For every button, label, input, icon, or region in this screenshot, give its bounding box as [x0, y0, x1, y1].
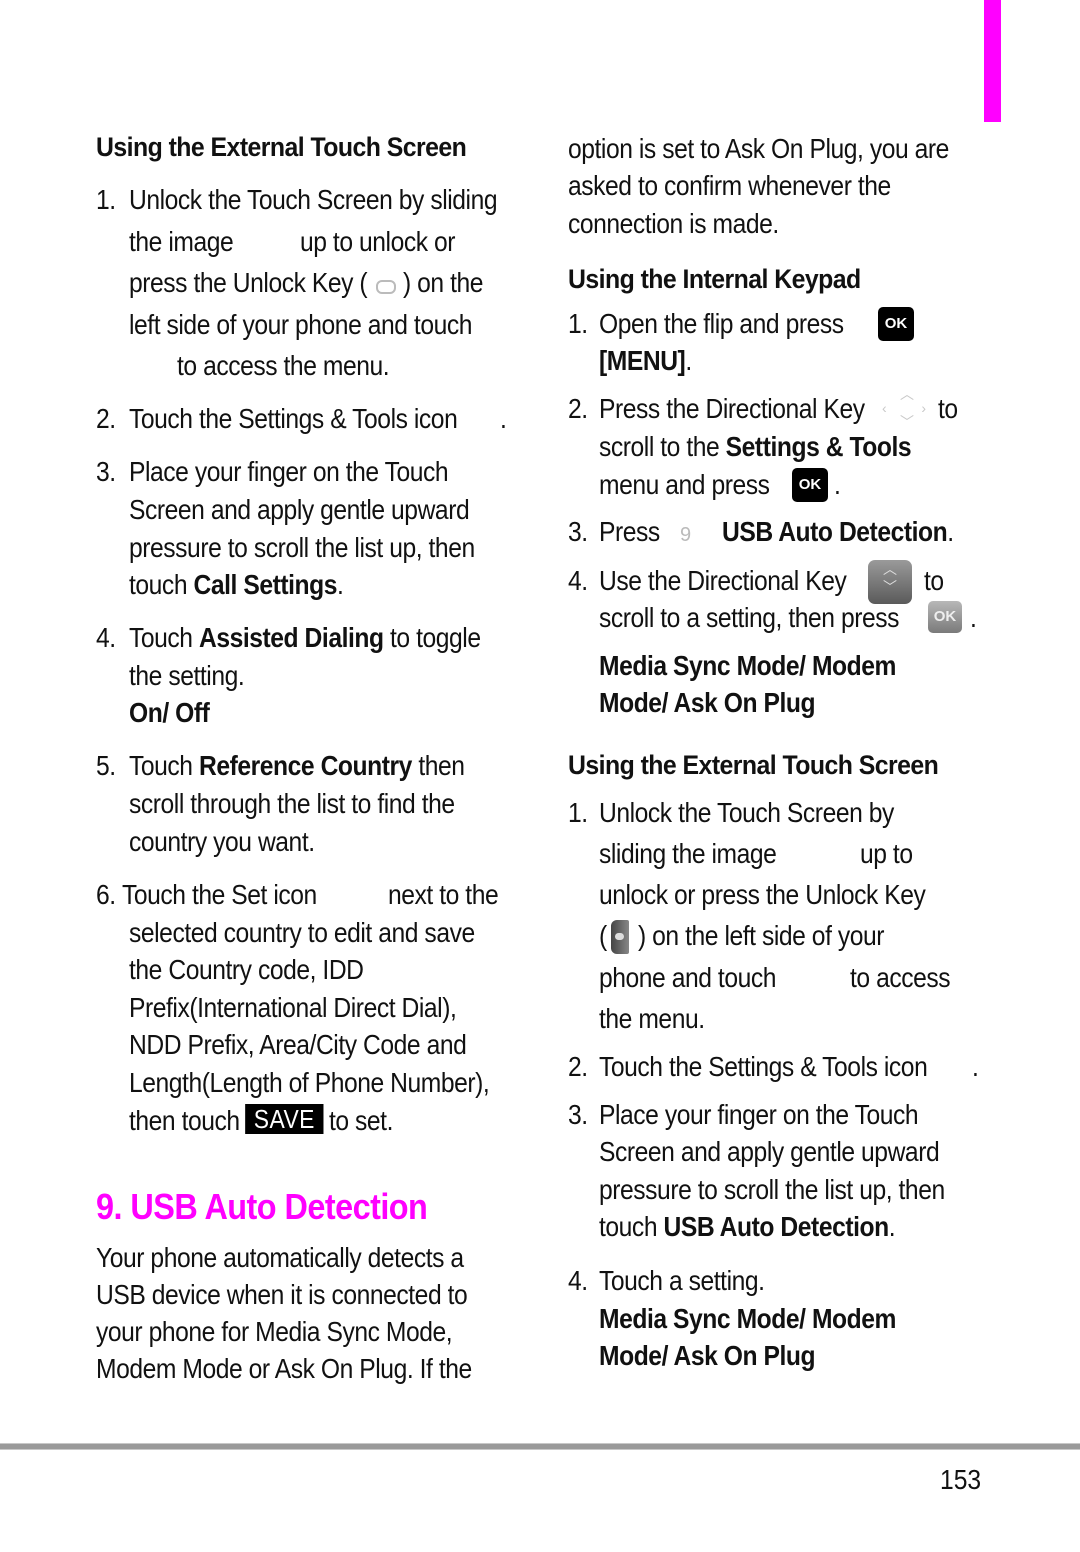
step-number: 4.	[96, 622, 116, 653]
step-text: unlock or press the Unlock Key	[599, 879, 926, 910]
option-values: Mode/ Ask On Plug	[599, 1340, 816, 1371]
step-text: .	[972, 1051, 979, 1082]
step-text: left side of your phone and touch	[129, 309, 473, 340]
step-text: Unlock the Touch Screen by sliding	[129, 184, 498, 215]
option-values: On/ Off	[129, 697, 210, 728]
step-text: press the Unlock Key (	[129, 267, 368, 298]
paragraph-line: Modem Mode or Ask On Plug. If the	[96, 1353, 472, 1384]
step-number: 1.	[568, 797, 588, 828]
option-values: Media Sync Mode/ Modem	[599, 650, 896, 681]
ok-key-icon: OK	[928, 601, 962, 633]
step-text: Screen and apply gentle upward	[129, 494, 470, 525]
step-number: 1.	[568, 308, 588, 339]
step-text: .	[500, 403, 507, 434]
step-text: Place your finger on the Touch	[129, 456, 449, 487]
key-9-icon: 9	[680, 524, 692, 546]
step-text: .	[834, 469, 841, 500]
step-number: 4.	[568, 1265, 588, 1296]
step-number: 4.	[568, 565, 588, 596]
step-text: Unlock the Touch Screen by	[599, 797, 894, 828]
step-text: [MENU].	[599, 345, 692, 376]
step-text: Screen and apply gentle upward	[599, 1136, 940, 1167]
step-text: Use the Directional Key	[599, 565, 847, 596]
step-text: up to unlock or	[300, 226, 456, 257]
step-text: phone and touch	[599, 962, 777, 993]
step-number: 5.	[96, 750, 116, 781]
step-text: Touch Reference Country then	[129, 750, 465, 781]
directional-key-updown-icon: ︿ ﹀	[868, 560, 912, 604]
step-text: Touch a setting.	[599, 1265, 765, 1296]
step-text: ) on the	[403, 267, 484, 298]
step-text: the image	[129, 226, 234, 257]
step-number: 3.	[96, 456, 116, 487]
paragraph-line: option is set to Ask On Plug, you are	[568, 133, 949, 164]
chapter-tab-marker	[984, 0, 1001, 122]
ok-key-icon: OK	[792, 468, 828, 502]
unlock-key-icon	[611, 920, 629, 954]
footer-divider	[0, 1443, 1080, 1450]
step-text: scroll to a setting, then press	[599, 602, 899, 633]
subheading-external-touch-screen: Using the External Touch Screen	[96, 132, 467, 162]
step-text: then touch SAVE to set.	[129, 1104, 393, 1136]
step-text: touch Call Settings.	[129, 569, 344, 600]
step-text: scroll to the Settings & Tools	[599, 431, 912, 462]
step-number: 1.	[96, 184, 116, 215]
step-text: touch USB Auto Detection.	[599, 1211, 896, 1242]
step-text: to access	[850, 962, 951, 993]
step-text: the Country code, IDD	[129, 954, 364, 985]
step-number: 3.	[568, 516, 588, 547]
ok-key-icon: OK	[878, 307, 914, 341]
step-text: Press	[599, 516, 660, 547]
step-text: scroll through the list to find the	[129, 788, 455, 819]
step-text: to	[938, 393, 958, 424]
step-text: USB Auto Detection.	[722, 516, 954, 547]
paragraph-line: connection is made.	[568, 208, 779, 239]
step-text: .	[970, 602, 977, 633]
step-number: 6.	[96, 879, 116, 910]
step-text: up to	[860, 838, 913, 869]
step-text: NDD Prefix, Area/City Code and	[129, 1029, 467, 1060]
step-number: 2.	[568, 1051, 588, 1082]
paragraph-line: Your phone automatically detects a	[96, 1242, 464, 1273]
step-text: to access the menu.	[177, 350, 390, 381]
option-values: Media Sync Mode/ Modem	[599, 1303, 896, 1334]
step-text: country you want.	[129, 826, 315, 857]
directional-key-icon: ︿ ‹ › ﹀	[882, 386, 926, 430]
unlock-key-icon	[376, 278, 396, 296]
step-number: 2.	[568, 393, 588, 424]
step-text: (	[599, 920, 607, 951]
step-number: 2.	[96, 403, 116, 434]
step-text: Place your finger on the Touch	[599, 1099, 919, 1130]
subheading-external-touch-screen: Using the External Touch Screen	[568, 750, 939, 780]
step-text: menu and press	[599, 469, 770, 500]
step-text: Prefix(International Direct Dial),	[129, 992, 457, 1023]
option-values: Mode/ Ask On Plug	[599, 687, 816, 718]
step-text: Touch the Set icon	[122, 879, 317, 910]
step-text: Touch the Settings & Tools icon	[599, 1051, 928, 1082]
paragraph-line: USB device when it is connected to	[96, 1279, 468, 1310]
save-key-icon: SAVE	[244, 1104, 324, 1134]
step-text: Press the Directional Key	[599, 393, 865, 424]
step-text: Length(Length of Phone Number),	[129, 1067, 490, 1098]
step-text: the setting.	[129, 660, 245, 691]
step-text: ) on the left side of your	[638, 920, 885, 951]
paragraph-line: your phone for Media Sync Mode,	[96, 1316, 453, 1347]
step-text: Open the flip and press	[599, 308, 844, 339]
step-text: sliding the image	[599, 838, 777, 869]
step-text: to	[924, 565, 944, 596]
step-text: pressure to scroll the list up, then	[129, 532, 475, 563]
subheading-internal-keypad: Using the Internal Keypad	[568, 264, 861, 294]
section-title: 9. USB Auto Detection	[96, 1186, 428, 1227]
step-text: selected country to edit and save	[129, 917, 475, 948]
step-text: next to the	[388, 879, 499, 910]
step-text: the menu.	[599, 1003, 705, 1034]
step-text: Touch the Settings & Tools icon	[129, 403, 458, 434]
paragraph-line: asked to confirm whenever the	[568, 170, 891, 201]
page-number: 153	[940, 1464, 982, 1495]
step-text: Touch Assisted Dialing to toggle	[129, 622, 481, 653]
step-number: 3.	[568, 1099, 588, 1130]
step-text: pressure to scroll the list up, then	[599, 1174, 945, 1205]
